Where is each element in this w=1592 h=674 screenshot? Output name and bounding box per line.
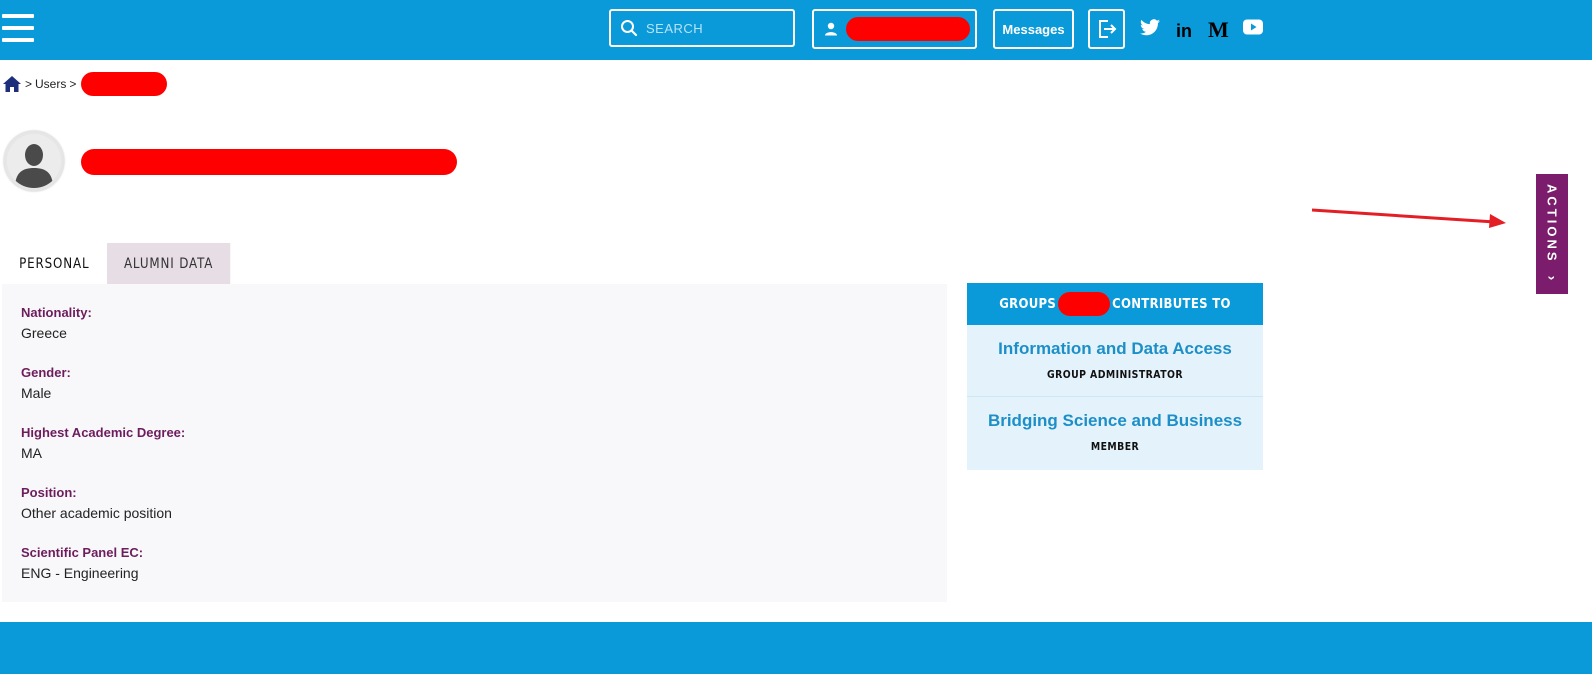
top-navigation-bar: Messages in M xyxy=(0,0,1592,60)
user-silhouette-icon xyxy=(7,134,61,188)
breadcrumb-users-link[interactable]: Users xyxy=(35,77,66,91)
tab-alumni-data-label: ALUMNI DATA xyxy=(123,255,214,272)
field-label: Highest Academic Degree: xyxy=(21,425,186,440)
field-value: Male xyxy=(21,385,52,401)
twitter-link[interactable] xyxy=(1140,19,1160,36)
field-value: ENG - Engineering xyxy=(21,565,139,581)
redacted-groups-user xyxy=(1058,292,1111,316)
messages-label: Messages xyxy=(1002,21,1065,37)
groups-header: GROUPS CONTRIBUTES TO xyxy=(967,283,1263,325)
search-icon xyxy=(621,20,638,37)
user-menu-button[interactable] xyxy=(812,9,977,49)
group-role: GROUP ADMINISTRATOR xyxy=(1046,368,1184,381)
field-value: Greece xyxy=(21,325,67,341)
field-academic-degree: Highest Academic Degree: MA xyxy=(21,425,185,461)
actions-side-tab[interactable]: ACTIONS › xyxy=(1536,174,1568,294)
search-input[interactable] xyxy=(644,19,778,37)
field-value: MA xyxy=(21,445,42,461)
field-label: Position: xyxy=(21,485,77,500)
breadcrumb-separator: > xyxy=(25,77,33,91)
group-link[interactable]: Bridging Science and Business xyxy=(967,411,1263,431)
group-item: Information and Data Access GROUP ADMINI… xyxy=(967,325,1263,396)
group-role: MEMBER xyxy=(1090,440,1140,453)
chevron-down-icon: › xyxy=(1543,275,1560,280)
group-item: Bridging Science and Business MEMBER xyxy=(967,396,1263,469)
linkedin-glyph: in xyxy=(1176,21,1192,41)
profile-tabs: PERSONAL ALUMNI DATA xyxy=(2,243,252,284)
groups-box: GROUPS CONTRIBUTES TO Information and Da… xyxy=(967,283,1263,470)
groups-header-suffix: CONTRIBUTES TO xyxy=(1112,296,1231,312)
redacted-breadcrumb-user xyxy=(81,72,168,96)
tab-personal[interactable]: PERSONAL xyxy=(2,243,107,284)
medium-glyph: M xyxy=(1208,17,1229,42)
twitter-icon xyxy=(1140,19,1160,36)
logout-button[interactable] xyxy=(1088,9,1125,49)
field-scientific-panel: Scientific Panel EC: ENG - Engineering xyxy=(21,545,143,581)
personal-info-panel: Nationality: Greece Gender: Male Highest… xyxy=(2,284,947,602)
field-value: Other academic position xyxy=(21,505,172,521)
tab-alumni-data[interactable]: ALUMNI DATA xyxy=(107,243,231,284)
search-box[interactable] xyxy=(609,9,795,47)
redacted-user-name xyxy=(81,149,457,175)
medium-icon[interactable]: M xyxy=(1208,17,1229,43)
field-position: Position: Other academic position xyxy=(21,485,172,521)
field-label: Gender: xyxy=(21,365,71,380)
tab-personal-label: PERSONAL xyxy=(19,255,90,272)
avatar xyxy=(4,131,64,191)
group-link[interactable]: Information and Data Access xyxy=(967,339,1263,359)
youtube-link[interactable] xyxy=(1243,19,1263,35)
user-icon xyxy=(825,22,837,36)
linkedin-icon[interactable]: in xyxy=(1176,21,1192,42)
field-nationality: Nationality: Greece xyxy=(21,305,92,341)
field-label: Scientific Panel EC: xyxy=(21,545,144,560)
field-label: Nationality: xyxy=(21,305,92,320)
breadcrumb-separator: > xyxy=(69,77,77,91)
redacted-username xyxy=(846,17,970,41)
breadcrumb: > Users > xyxy=(2,72,168,96)
field-gender: Gender: Male xyxy=(21,365,71,401)
actions-label: ACTIONS xyxy=(1544,184,1560,264)
messages-button[interactable]: Messages xyxy=(993,9,1074,49)
footer-bar xyxy=(0,622,1592,674)
youtube-icon xyxy=(1243,19,1263,35)
menu-icon[interactable] xyxy=(2,14,34,46)
groups-header-prefix: GROUPS xyxy=(999,296,1057,312)
home-icon[interactable] xyxy=(2,75,22,93)
logout-icon xyxy=(1098,20,1116,38)
annotation-arrow-icon xyxy=(1311,208,1506,228)
